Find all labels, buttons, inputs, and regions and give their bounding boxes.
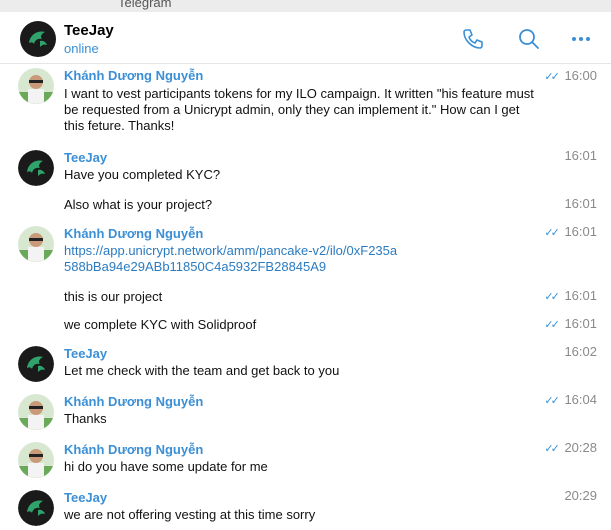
sender-name: TeeJay <box>64 490 108 505</box>
message-link-block: https://app.unicrypt.network/amm/pancake… <box>64 243 404 275</box>
project-link[interactable]: https://app.unicrypt.network/amm/pancake… <box>64 243 397 274</box>
message-text: Also what is your project? <box>64 197 213 212</box>
sender-avatar[interactable] <box>18 150 54 186</box>
message-text: I want to vest participants tokens for m… <box>64 86 534 133</box>
read-check-icon: ✓✓ <box>544 71 560 83</box>
message-time: 16:02 <box>564 344 597 359</box>
message-text: we complete KYC with Solidproof <box>64 317 257 332</box>
sender-avatar[interactable] <box>18 394 54 430</box>
sender-name: Khánh Dương Nguyễn <box>64 394 204 409</box>
search-icon[interactable] <box>516 26 542 52</box>
contact-name: TeeJay <box>64 22 114 39</box>
sender-name: Khánh Dương Nguyễn <box>64 226 204 241</box>
message-time: 16:01 <box>564 196 597 211</box>
message-time: ✓✓ 16:04 <box>544 392 597 407</box>
sender-avatar[interactable] <box>18 346 54 382</box>
read-check-icon: ✓✓ <box>544 443 560 455</box>
read-check-icon: ✓✓ <box>544 227 560 239</box>
sender-name: TeeJay <box>64 346 108 361</box>
message-time: ✓✓ 20:28 <box>544 440 597 455</box>
message-text: Let me check with the team and get back … <box>64 363 340 378</box>
sender-avatar[interactable] <box>18 442 54 478</box>
chat-header: TeeJay online <box>0 12 611 64</box>
window-title: Telegram <box>118 0 172 10</box>
message-time: 20:29 <box>564 488 597 503</box>
message-time: ✓✓ 16:01 <box>544 288 597 303</box>
window-titlebar: Telegram <box>0 0 611 12</box>
more-icon[interactable] <box>568 26 594 52</box>
contact-avatar[interactable] <box>20 21 56 62</box>
message-text: hi do you have some update for me <box>64 459 268 474</box>
phone-icon[interactable] <box>460 26 486 52</box>
message-time: ✓✓ 16:01 <box>544 224 597 239</box>
read-check-icon: ✓✓ <box>544 291 560 303</box>
message-time: ✓✓ 16:00 <box>544 68 597 83</box>
read-check-icon: ✓✓ <box>544 319 560 331</box>
sender-avatar[interactable] <box>18 490 54 526</box>
message-time: 16:01 <box>564 148 597 163</box>
sender-avatar[interactable] <box>18 68 54 104</box>
sender-name: Khánh Dương Nguyễn <box>64 442 204 457</box>
message-text: Have you completed KYC? <box>64 167 221 182</box>
contact-status: online <box>64 41 99 56</box>
message-time: ✓✓ 16:01 <box>544 316 597 331</box>
sender-name: Khánh Dương Nguyễn <box>64 68 204 83</box>
sender-name: TeeJay <box>64 150 108 165</box>
message-text: this is our project <box>64 289 163 304</box>
message-text: Thanks <box>64 411 107 426</box>
read-check-icon: ✓✓ <box>544 395 560 407</box>
message-text: we are not offering vesting at this time… <box>64 507 316 522</box>
sender-avatar[interactable] <box>18 226 54 262</box>
